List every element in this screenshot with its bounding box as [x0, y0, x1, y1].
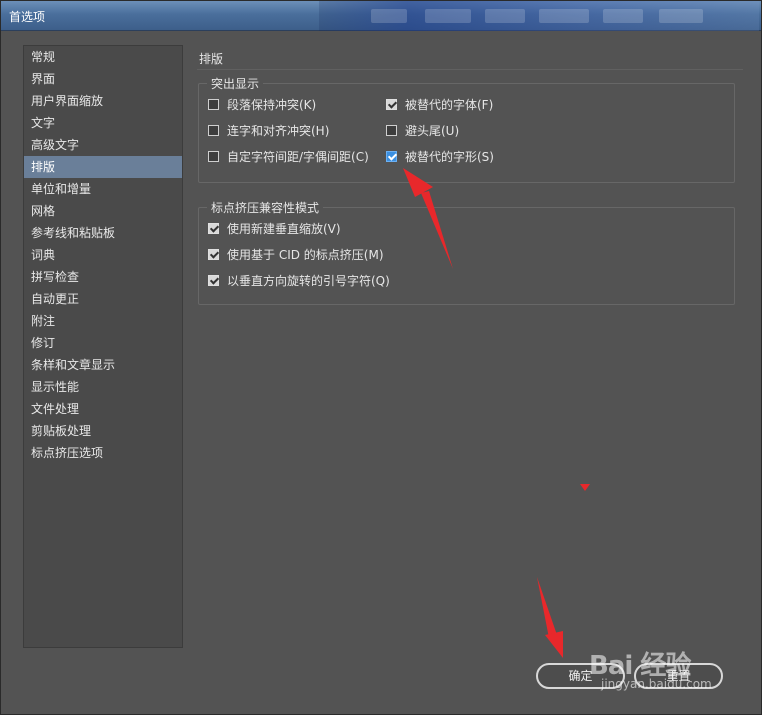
background-taskbar	[319, 1, 759, 31]
preferences-window: 首选项 常规 界面 用户界面缩放 文字 高级文字 排版 单位和增量 网格 参考线和粘贴板 词典 拼写…	[0, 0, 762, 715]
title-bar[interactable]: 首选项	[1, 1, 761, 31]
checkbox[interactable]	[208, 98, 219, 110]
annotation-arrow	[537, 577, 557, 638]
annotation-arrowhead	[545, 631, 563, 658]
checkbox-option[interactable]: 段落保持冲突(K)	[208, 95, 316, 113]
checkbox-label: 自定字符间距/字偶间距(C)	[227, 149, 369, 164]
checkbox-option[interactable]: 使用基于 CID 的标点挤压(M)	[208, 245, 384, 263]
nav-item[interactable]: 常规	[24, 46, 182, 68]
nav-item[interactable]: 文件处理	[24, 398, 182, 420]
checkbox-label: 以垂直方向旋转的引号字符(Q)	[227, 273, 390, 288]
nav-item[interactable]: 单位和增量	[24, 178, 182, 200]
checkbox[interactable]	[386, 98, 397, 110]
annotation-marker	[580, 484, 590, 491]
nav-item[interactable]: 拼写检查	[24, 266, 182, 288]
checkbox-option[interactable]: 连字和对齐冲突(H)	[208, 121, 329, 139]
nav-item[interactable]: 显示性能	[24, 376, 182, 398]
nav-item[interactable]: 标点挤压选项	[24, 442, 182, 464]
nav-item[interactable]: 参考线和粘贴板	[24, 222, 182, 244]
highlight-group-legend: 突出显示	[211, 77, 260, 91]
checkbox[interactable]	[386, 150, 397, 162]
taskbar-item	[425, 9, 471, 23]
category-list[interactable]: 常规 界面 用户界面缩放 文字 高级文字 排版 单位和增量 网格 参考线和粘贴板 词典 拼写检查 自动…	[23, 45, 183, 648]
taskbar-item	[371, 9, 407, 23]
nav-item[interactable]: 词典	[24, 244, 182, 266]
checkbox-option[interactable]: 自定字符间距/字偶间距(C)	[208, 147, 369, 165]
checkbox-label: 使用基于 CID 的标点挤压(M)	[227, 247, 384, 262]
nav-item[interactable]: 自动更正	[24, 288, 182, 310]
checkbox[interactable]	[386, 124, 397, 136]
compat-group-legend: 标点挤压兼容性模式	[211, 201, 320, 215]
checkbox-label: 段落保持冲突(K)	[227, 97, 317, 112]
nav-item[interactable]: 用户界面缩放	[24, 90, 182, 112]
taskbar-item	[603, 9, 643, 23]
watermark-url: jingyan.baidu.com	[601, 677, 712, 691]
checkbox-label: 避头尾(U)	[405, 123, 460, 138]
taskbar-item	[659, 9, 703, 23]
checkbox[interactable]	[208, 274, 219, 286]
checkbox-label: 连字和对齐冲突(H)	[227, 123, 330, 138]
nav-item[interactable]: 排版	[24, 156, 182, 178]
nav-item[interactable]: 附注	[24, 310, 182, 332]
nav-item[interactable]: 界面	[24, 68, 182, 90]
checkbox[interactable]	[208, 248, 219, 260]
nav-item[interactable]: 条样和文章显示	[24, 354, 182, 376]
nav-item[interactable]: 网格	[24, 200, 182, 222]
checkbox-option[interactable]: 被替代的字体(F)	[386, 95, 493, 113]
checkbox-label: 被替代的字形(S)	[405, 149, 494, 164]
taskbar-item	[485, 9, 525, 23]
nav-item[interactable]: 高级文字	[24, 134, 182, 156]
nav-item[interactable]: 剪贴板处理	[24, 420, 182, 442]
checkbox[interactable]	[208, 124, 219, 136]
checkbox-option[interactable]: 避头尾(U)	[386, 121, 459, 139]
nav-item[interactable]: 文字	[24, 112, 182, 134]
section-divider	[197, 69, 743, 70]
checkbox-option[interactable]: 以垂直方向旋转的引号字符(Q)	[208, 271, 390, 289]
nav-item[interactable]: 修订	[24, 332, 182, 354]
checkbox[interactable]	[208, 222, 219, 234]
window-title: 首选项	[9, 10, 46, 24]
checkbox-option[interactable]: 使用新建垂直缩放(V)	[208, 219, 341, 237]
taskbar-item	[539, 9, 589, 23]
section-title: 排版	[199, 52, 224, 66]
checkbox[interactable]	[208, 150, 219, 162]
checkbox-label: 使用新建垂直缩放(V)	[227, 221, 341, 236]
checkbox-label: 被替代的字体(F)	[405, 97, 494, 112]
checkbox-option[interactable]: 被替代的字形(S)	[386, 147, 494, 165]
